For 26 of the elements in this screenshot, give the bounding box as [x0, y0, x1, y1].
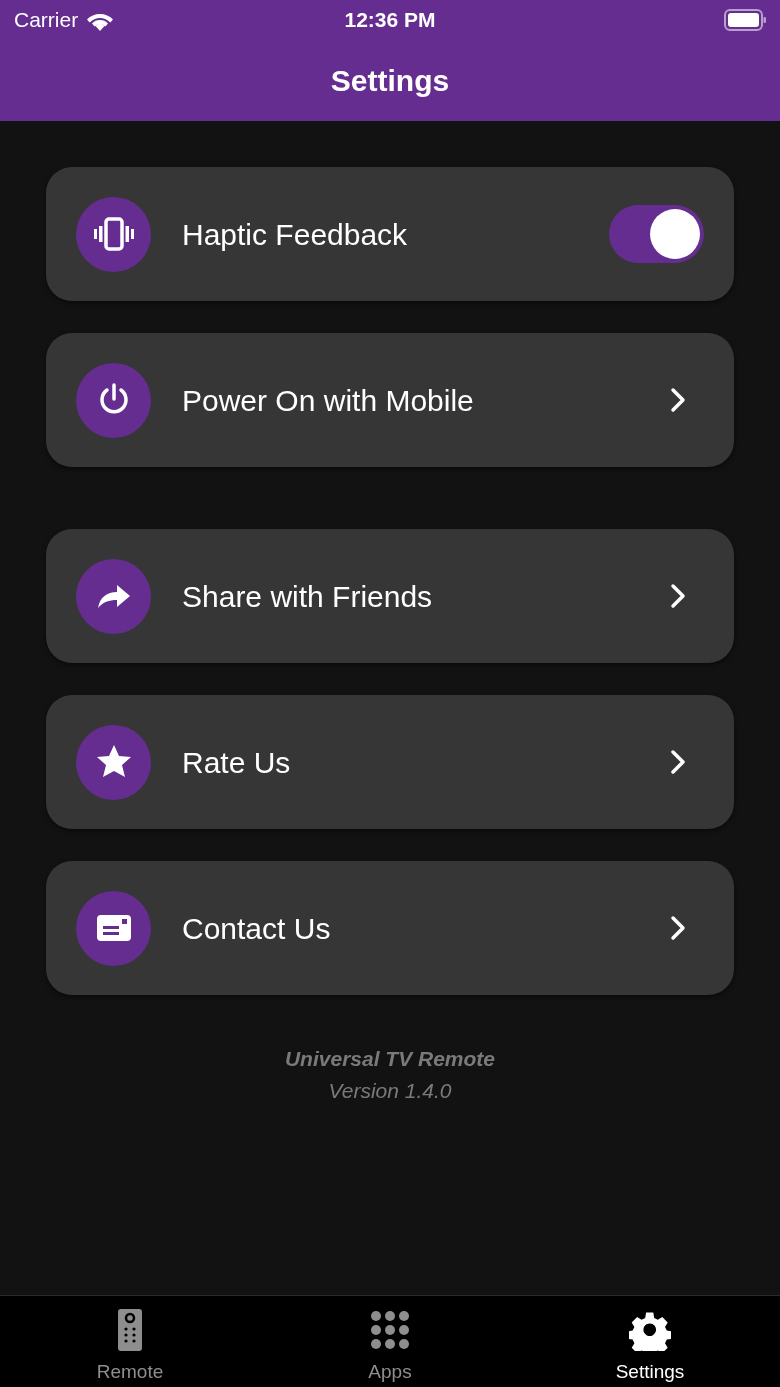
battery-icon [724, 9, 766, 31]
grid-dots-icon [370, 1308, 410, 1352]
row-label: Rate Us [182, 744, 292, 781]
chevron-right-icon [670, 583, 688, 609]
clock-time: 12:36 PM [344, 7, 436, 34]
screen-title: Settings [330, 64, 450, 97]
version-label: Version 1.4.0 [328, 1078, 452, 1102]
settings-row[interactable]: Rate Us [46, 695, 734, 829]
settings-row[interactable]: Haptic Feedback [46, 167, 734, 301]
settings-row[interactable]: Power On with Mobile [46, 333, 734, 467]
chevron-right-icon [670, 749, 688, 775]
row-label: Share with Friends [182, 578, 434, 615]
tab-bar-item[interactable]: Remote [0, 1296, 260, 1387]
app-name: Universal TV Remote [284, 1047, 496, 1070]
tab-bar-item[interactable]: Apps [260, 1296, 520, 1387]
row-label: Contact Us [182, 910, 332, 947]
row-label: Power On with Mobile [182, 382, 475, 419]
chevron-right-icon [670, 915, 688, 941]
remote-icon [117, 1308, 143, 1352]
row-label: Haptic Feedback [182, 216, 409, 253]
toggle-switch[interactable] [609, 205, 704, 263]
settings-row[interactable]: Contact Us [46, 861, 734, 995]
settings-row[interactable]: Share with Friends [46, 529, 734, 663]
tab-bar-item[interactable]: Settings [520, 1296, 780, 1387]
carrier-label: Carrier [14, 7, 79, 34]
chevron-right-icon [670, 387, 688, 413]
